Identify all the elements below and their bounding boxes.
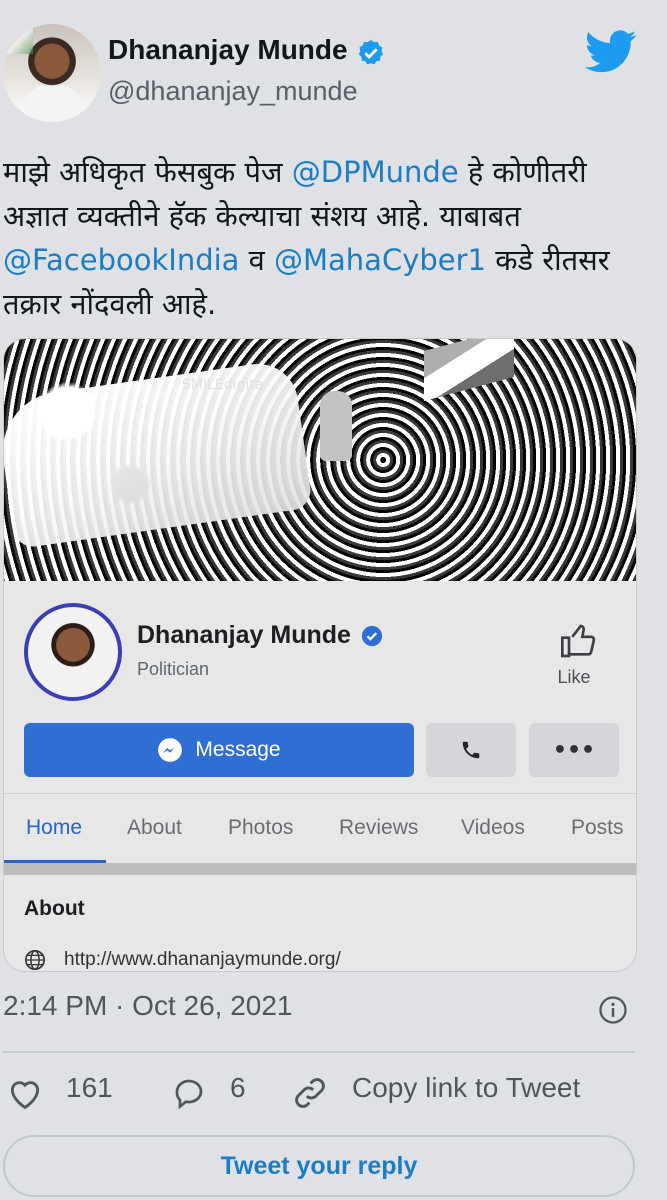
about-website-link[interactable]: http://www.dhananjaymunde.org/: [64, 949, 341, 971]
fb-page-name[interactable]: Dhananjay Munde: [137, 621, 351, 650]
reply-icon[interactable]: [170, 1075, 208, 1111]
section-separator: [4, 863, 636, 875]
twitter-bird-icon[interactable]: [585, 30, 637, 74]
fb-page-tabs: Home About Photos Reviews Videos Posts: [4, 793, 636, 864]
author-handle[interactable]: @dhananjay_munde: [108, 76, 358, 107]
author-name[interactable]: Dhananjay Munde: [108, 34, 348, 66]
avatar-figure: [25, 86, 81, 122]
fb-verified-icon: [361, 625, 383, 647]
tweet-reply-button[interactable]: Tweet your reply: [3, 1135, 635, 1197]
fb-page-panel: Dhananjay Munde Politician Like Message …: [4, 581, 636, 971]
tab-reviews[interactable]: Reviews: [339, 816, 418, 840]
thumbs-up-icon: [561, 624, 596, 658]
fb-call-button[interactable]: [426, 723, 516, 777]
mention-link[interactable]: @FacebookIndia: [3, 243, 239, 277]
divider: [3, 1051, 635, 1053]
tab-posts[interactable]: Posts: [571, 816, 624, 840]
cover-person: [320, 391, 352, 461]
tab-about[interactable]: About: [127, 816, 182, 840]
about-heading: About: [24, 897, 85, 920]
globe-icon: [25, 950, 45, 970]
cover-flag: [424, 339, 514, 402]
author-avatar[interactable]: [3, 24, 101, 122]
fb-message-button[interactable]: Message: [24, 723, 414, 777]
link-icon[interactable]: [290, 1074, 330, 1112]
verified-badge-icon: [358, 39, 383, 65]
tweet-timestamp[interactable]: 2:14 PM · Oct 26, 2021: [3, 990, 293, 1022]
avatar-flag-decoration: [3, 24, 33, 54]
mention-link[interactable]: @DPMunde: [292, 155, 459, 189]
tab-videos[interactable]: Videos: [461, 816, 525, 840]
heart-icon[interactable]: [5, 1075, 45, 1113]
mention-link[interactable]: @MahaCyber1: [274, 243, 486, 277]
tab-home[interactable]: Home: [26, 816, 82, 840]
tweet-text-segment: व: [239, 243, 274, 277]
fb-page-category: Politician: [137, 659, 210, 679]
phone-icon: [462, 741, 480, 759]
copy-link-label[interactable]: Copy link to Tweet: [352, 1072, 580, 1104]
reply-count[interactable]: 6: [230, 1072, 246, 1104]
cover-banner-text: SMILEdigita: [182, 377, 264, 393]
like-count[interactable]: 161: [66, 1072, 113, 1104]
link-preview-card[interactable]: SMILEdigita Dhananjay Munde Politician L…: [3, 338, 637, 972]
tweet-text-segment: माझे अधिकृत फेसबुक पेज: [3, 155, 292, 189]
tweet-text: माझे अधिकृत फेसबुक पेज @DPMunde हे कोणीत…: [3, 150, 643, 326]
tab-photos[interactable]: Photos: [228, 816, 293, 840]
fb-page-avatar[interactable]: [24, 603, 122, 701]
fb-like-label: Like: [557, 667, 591, 687]
info-icon[interactable]: [598, 995, 628, 1025]
fb-like-button[interactable]: Like: [544, 621, 604, 693]
fb-more-button[interactable]: •••: [529, 723, 619, 777]
cover-photo: SMILEdigita: [4, 339, 636, 581]
fb-message-label: Message: [195, 738, 281, 761]
messenger-icon: [158, 738, 183, 762]
